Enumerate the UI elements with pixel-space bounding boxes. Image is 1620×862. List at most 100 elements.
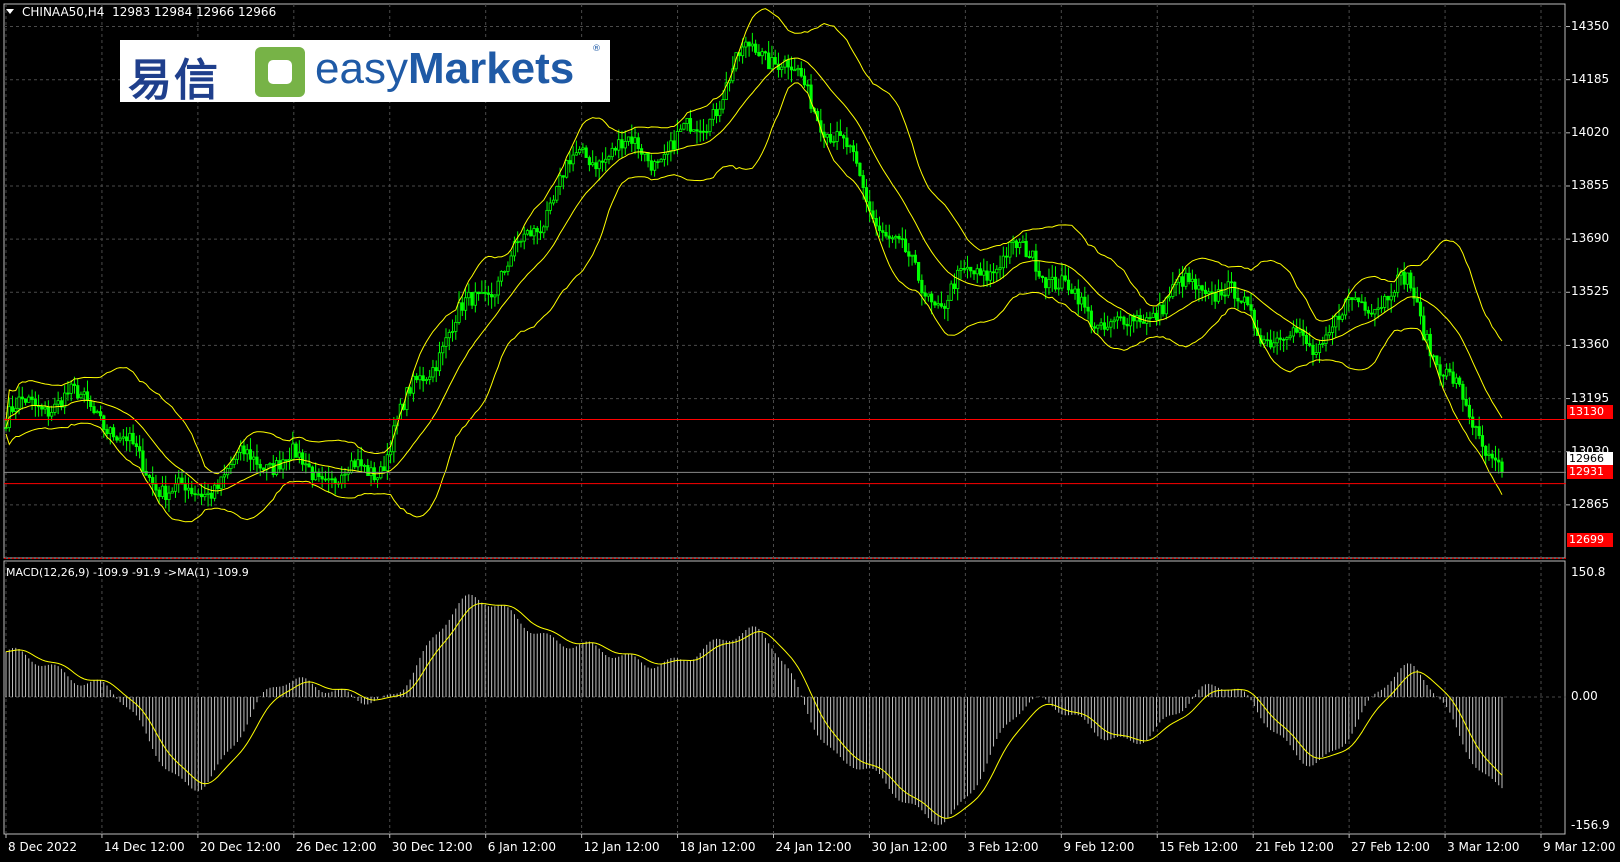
- dropdown-triangle-icon[interactable]: [6, 9, 14, 14]
- candle-body: [620, 139, 624, 149]
- candle-body: [102, 415, 106, 430]
- candle-body: [538, 231, 543, 234]
- candle-body: [991, 271, 996, 274]
- candle-body: [1347, 297, 1351, 300]
- candle-body: [291, 443, 295, 460]
- candle-body: [310, 466, 314, 481]
- price-chart[interactable]: [0, 0, 1620, 862]
- candle-body: [157, 489, 161, 497]
- time-tick-label: 18 Jan 12:00: [679, 840, 756, 854]
- candle-body: [1223, 294, 1227, 297]
- logo-chinese-text: 易信: [128, 55, 220, 106]
- candle-body: [519, 240, 523, 243]
- time-tick-label: 9 Mar 12:00: [1543, 840, 1616, 854]
- candle-body: [82, 391, 86, 395]
- candle-body: [1014, 240, 1018, 248]
- candle-body: [838, 131, 842, 136]
- ohlc-values: 12983 12984 12966 12966: [112, 5, 277, 19]
- candle-body: [564, 160, 569, 178]
- candle-body: [1386, 295, 1390, 301]
- candle-body: [1324, 334, 1328, 344]
- candle-body: [1327, 332, 1331, 336]
- candle-body: [444, 337, 448, 347]
- candle-body: [4, 427, 8, 429]
- candle-body: [1119, 316, 1123, 319]
- candle-body: [69, 383, 73, 394]
- candle-body: [1236, 297, 1240, 302]
- candle-body: [1467, 404, 1472, 418]
- candle-body: [636, 137, 640, 150]
- candle-body: [890, 237, 895, 240]
- candle-body: [33, 399, 37, 407]
- price-tick-label: 14350: [1571, 18, 1610, 33]
- candle-body: [467, 291, 471, 299]
- candle-body: [1246, 296, 1250, 306]
- candle-body: [79, 393, 83, 399]
- candle-body: [714, 109, 719, 117]
- candle-body: [1011, 240, 1015, 243]
- candle-body: [85, 391, 90, 401]
- candle-body: [421, 375, 425, 382]
- candle-body: [705, 131, 709, 133]
- candle-body: [490, 294, 494, 298]
- macd-pane-border: [3, 560, 1566, 835]
- candle-body: [587, 157, 592, 166]
- candle-body: [1497, 459, 1501, 463]
- candle-body: [415, 375, 419, 381]
- candle-body: [428, 376, 432, 380]
- bollinger-middle: [5, 57, 1503, 492]
- candle-body: [108, 427, 112, 435]
- window-title: CHINAA50,H4 12983 12984 12966 12966: [6, 5, 277, 19]
- candle-body: [744, 41, 748, 48]
- candle-body: [561, 175, 565, 178]
- candle-body: [1444, 368, 1449, 377]
- candle-body: [222, 474, 226, 478]
- price-tick-label: 13855: [1571, 177, 1610, 192]
- candle-body: [1076, 288, 1080, 305]
- candle-body: [962, 268, 966, 270]
- candle-body: [600, 160, 605, 163]
- candle-body: [212, 484, 217, 499]
- candle-body: [30, 396, 34, 400]
- chart-window[interactable]: CHINAA50,H4 12983 12984 12966 12966 易信 e…: [0, 0, 1620, 862]
- candle-body: [604, 158, 608, 163]
- candle-body: [314, 471, 318, 481]
- candle-body: [138, 446, 142, 452]
- candle-body: [1053, 276, 1058, 290]
- candle-body: [369, 467, 373, 476]
- candle-body: [835, 131, 839, 142]
- candle-body: [141, 450, 145, 472]
- candle-body: [581, 147, 585, 150]
- candle-body: [773, 57, 777, 65]
- candle-body: [1383, 295, 1387, 308]
- candle-body: [1474, 426, 1478, 428]
- candle-body: [1317, 343, 1322, 353]
- candle-body: [1334, 315, 1338, 328]
- candle-body: [1265, 339, 1269, 342]
- price-tick-label: 13525: [1571, 284, 1610, 299]
- candle-body: [1001, 255, 1005, 269]
- candle-body: [300, 452, 305, 465]
- candle-body: [1458, 377, 1462, 385]
- candle-body: [147, 474, 152, 478]
- candle-body: [95, 411, 99, 414]
- candle-body: [1487, 453, 1491, 456]
- candle-body: [1304, 335, 1309, 345]
- candle-body: [1037, 270, 1041, 277]
- macd-histogram: [5, 594, 1503, 826]
- candle-body: [1158, 304, 1162, 321]
- candle-body: [767, 52, 771, 70]
- candle-body: [1249, 304, 1253, 311]
- candle-body: [1461, 383, 1465, 400]
- time-tick-label: 30 Jan 12:00: [871, 840, 948, 854]
- candle-body: [551, 199, 556, 204]
- candle-body: [1275, 337, 1279, 344]
- candle-body: [525, 230, 530, 235]
- candle-body: [232, 458, 236, 465]
- candle-body: [509, 255, 513, 267]
- lower-support-price-tag: 12699: [1567, 533, 1613, 547]
- candle-body: [349, 460, 354, 473]
- candle-body: [555, 186, 559, 201]
- candle-body: [985, 270, 989, 281]
- candle-body: [1285, 337, 1289, 340]
